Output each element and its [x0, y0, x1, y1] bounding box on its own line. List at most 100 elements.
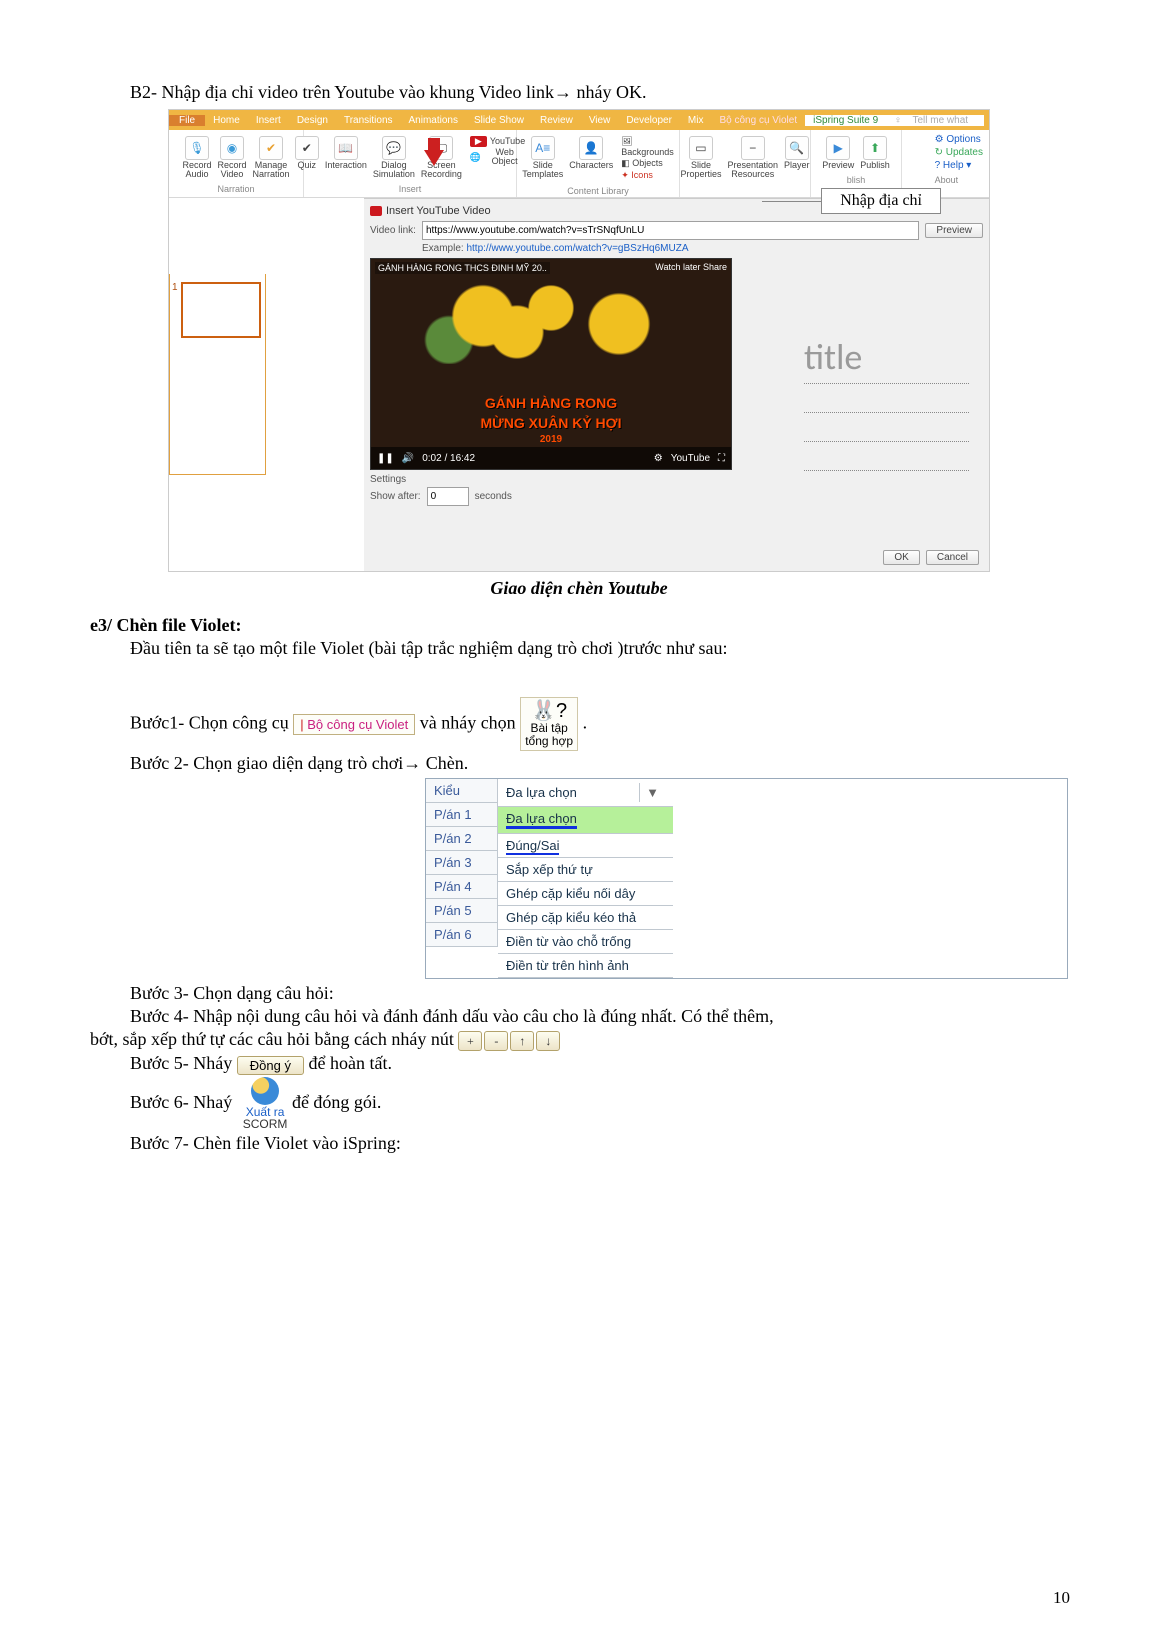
updates-link[interactable]: ↻ Updates	[935, 147, 983, 158]
record-audio-icon[interactable]: 🎙RecordAudio	[182, 136, 211, 179]
slide-thumbnail[interactable]: 1	[172, 282, 261, 466]
video-link-label: Video link:	[370, 225, 416, 236]
plan-row: P/án 2	[426, 827, 498, 851]
tab-review[interactable]: Review	[532, 115, 581, 126]
video-preview: GÁNH HÀNG RONG THCS ĐINH MỸ 20..Watch la…	[370, 258, 732, 470]
youtube-dialog-screenshot: File Home Insert Design Transitions Anim…	[168, 109, 990, 572]
player-icon[interactable]: 🔍Player	[784, 136, 810, 179]
record-video-icon[interactable]: ◉RecordVideo	[217, 136, 246, 179]
icons-button[interactable]: ✦ Icons	[621, 170, 674, 181]
slide-properties-icon[interactable]: ▭SlideProperties	[680, 136, 721, 179]
add-button[interactable]: +	[458, 1031, 482, 1051]
reorder-buttons[interactable]: + - ↑ ↓	[458, 1031, 560, 1051]
step7: Bước 7- Chèn file Violet vào iSpring:	[130, 1133, 1068, 1154]
plan-row: P/án 1	[426, 803, 498, 827]
kieu-option[interactable]: Điền từ trên hình ảnh	[498, 954, 673, 978]
tab-view[interactable]: View	[581, 115, 619, 126]
options-link[interactable]: ⚙ Options	[935, 134, 983, 145]
quiz-icon[interactable]: ✔Quiz	[295, 136, 319, 179]
gear-icon[interactable]: ⚙	[654, 453, 663, 464]
manage-narration-icon[interactable]: ✔ManageNarration	[253, 136, 290, 179]
flower-image	[381, 284, 721, 364]
tab-file[interactable]: File	[169, 115, 205, 126]
up-button[interactable]: ↑	[510, 1031, 534, 1051]
kieu-option[interactable]: Đúng/Sai	[498, 834, 673, 858]
tell-me[interactable]: ♀ Tell me what	[886, 115, 984, 126]
kieu-option[interactable]: Ghép cặp kiểu kéo thả	[498, 906, 673, 930]
cancel-button[interactable]: Cancel	[926, 550, 979, 565]
fullscreen-icon[interactable]: ⛶	[718, 453, 725, 464]
help-link[interactable]: ? Help ▾	[935, 160, 983, 171]
settings-label: Settings	[370, 474, 983, 485]
youtube-icon	[370, 206, 382, 216]
pause-icon[interactable]: ❚❚	[377, 453, 394, 464]
globe-icon	[251, 1077, 279, 1105]
ok-button[interactable]: OK	[883, 550, 919, 565]
title-placeholder: title	[804, 339, 969, 471]
tab-slideshow[interactable]: Slide Show	[466, 115, 532, 126]
tab-insert[interactable]: Insert	[248, 115, 289, 126]
baitap-tonghop-button[interactable]: 🐰? Bài tậptổng hợp	[520, 697, 578, 751]
step2: Bước 2- Chọn giao diện dạng trò chơi Chè…	[130, 753, 1068, 774]
plan-row: P/án 6	[426, 923, 498, 947]
objects-button[interactable]: ◧ Objects	[621, 158, 674, 169]
step6: Bước 6- Nhaý Xuất ra SCORM để đóng gói.	[130, 1077, 1068, 1131]
down-button[interactable]: ↓	[536, 1031, 560, 1051]
kieu-option[interactable]: Sắp xếp thứ tự	[498, 858, 673, 882]
tab-home[interactable]: Home	[205, 115, 248, 126]
interaction-icon[interactable]: 📖Interaction	[325, 136, 367, 179]
publish-icon[interactable]: ⬆Publish	[860, 136, 890, 170]
about-group: ⚙ Options ↻ Updates ? Help ▾ About	[929, 130, 989, 197]
example-label: Example: http://www.youtube.com/watch?v=…	[422, 243, 983, 254]
tab-violet[interactable]: Bộ công cụ Violet	[711, 115, 805, 126]
preview-button[interactable]: Preview	[925, 223, 983, 238]
callout-label: Nhập địa chỉ	[821, 188, 941, 214]
dongy-button[interactable]: Đồng ý	[237, 1056, 304, 1075]
step3: Bước 3- Chọn dạng câu hỏi:	[130, 983, 1068, 1004]
plan-row: P/án 5	[426, 899, 498, 923]
preview-icon[interactable]: ▶Preview	[822, 136, 854, 170]
caption-youtube: Giao diện chèn Youtube	[90, 578, 1068, 599]
plan-row: P/án 4	[426, 875, 498, 899]
presentation-resources-icon[interactable]: −PresentationResources	[727, 136, 778, 179]
step5: Bước 5- Nháy Đồng ý để hoàn tất.	[130, 1053, 1068, 1074]
page-number: 10	[1053, 1588, 1070, 1608]
player-controls[interactable]: ❚❚ 🔊 0:02 / 16:42 ⚙ YouTube ⛶	[371, 447, 731, 469]
slide-panel: 1	[169, 274, 266, 475]
tab-developer[interactable]: Developer	[618, 115, 680, 126]
tab-mix[interactable]: Mix	[680, 115, 712, 126]
step4b: bớt, sắp xếp thứ tự các câu hỏi bằng các…	[90, 1029, 1068, 1051]
export-scorm-button[interactable]: Xuất ra SCORM	[243, 1077, 288, 1131]
characters-icon[interactable]: 👤Characters	[569, 136, 613, 181]
e3-intro: Đầu tiên ta sẽ tạo một file Violet (bài …	[130, 638, 1068, 659]
kieu-dropdown-table: Kiểu P/án 1 P/án 2 P/án 3 P/án 4 P/án 5 …	[425, 778, 1068, 979]
tab-animations[interactable]: Animations	[401, 115, 466, 126]
remove-button[interactable]: -	[484, 1031, 508, 1051]
kieu-option[interactable]: Điền từ vào chỗ trống	[498, 930, 673, 954]
tab-design[interactable]: Design	[289, 115, 336, 126]
kieu-label: Kiểu	[426, 779, 498, 803]
show-after-input[interactable]	[427, 487, 469, 506]
step4a: Bước 4- Nhập nội dung câu hỏi và đánh đá…	[130, 1006, 1068, 1027]
tab-transitions[interactable]: Transitions	[336, 115, 401, 126]
red-arrow-annotation	[424, 150, 444, 166]
step1: Bước1- Chọn công cụ | Bộ công cụ Violet …	[130, 697, 1068, 751]
slide-templates-icon[interactable]: A≡SlideTemplates	[522, 136, 563, 181]
chevron-down-icon[interactable]: ▼	[639, 783, 665, 802]
kieu-selected[interactable]: Đa lựa chọn▼	[498, 779, 673, 807]
volume-icon[interactable]: 🔊	[402, 453, 414, 464]
b2-heading: B2- Nhập địa chỉ video trên Youtube vào …	[130, 82, 1068, 103]
bunny-icon: 🐰?	[531, 700, 567, 722]
kieu-option[interactable]: Đa lựa chọn	[498, 807, 673, 834]
violet-tool-button[interactable]: | Bộ công cụ Violet	[293, 714, 415, 735]
video-link-input[interactable]	[422, 221, 919, 240]
dialog-sim-icon[interactable]: 💬DialogSimulation	[373, 136, 415, 179]
e3-heading: e3/ Chèn file Violet:	[90, 615, 1068, 636]
tab-ispring[interactable]: iSpring Suite 9	[805, 115, 886, 126]
insert-youtube-dialog: Nhập địa chỉ Insert YouTube Video Video …	[364, 198, 989, 571]
kieu-option[interactable]: Ghép cặp kiểu nối dây	[498, 882, 673, 906]
example-link[interactable]: http://www.youtube.com/watch?v=gBSzHq6MU…	[466, 243, 688, 254]
plan-row: P/án 3	[426, 851, 498, 875]
backgrounds-button[interactable]: 🖼 Backgrounds	[621, 136, 674, 157]
ribbon-tabs: File Home Insert Design Transitions Anim…	[169, 110, 989, 130]
